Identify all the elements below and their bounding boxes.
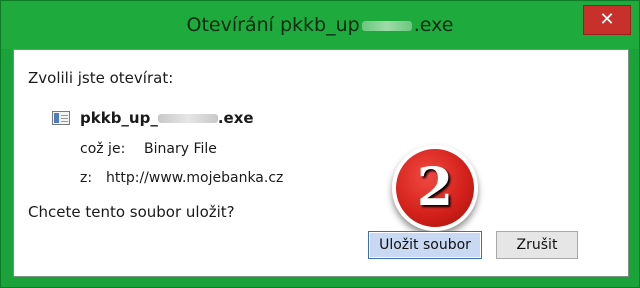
step-number-badge: 2 [392,145,478,231]
source-url: http://www.mojebanka.cz [106,170,284,186]
download-dialog-window: Otevírání pkkb_up .exe ✕ Zvolili jste ote… [0,0,640,288]
file-name-prefix: pkkb_up_ [80,109,158,127]
file-name-suffix: .exe [217,109,254,127]
window-title: Otevírání pkkb_up .exe [1,1,639,49]
cancel-button[interactable]: Zrušit [496,231,578,259]
close-button[interactable]: ✕ [583,5,631,35]
redacted-filename-part [361,20,412,31]
titlebar[interactable]: Otevírání pkkb_up .exe ✕ [1,1,639,49]
save-file-button[interactable]: Uložit soubor [368,231,482,259]
intro-text: Zvolili jste otevírat: [28,69,174,87]
file-icon [52,111,70,125]
title-prefix: Otevírání pkkb_up [186,14,360,36]
dialog-content: Zvolili jste otevírat: pkkb_up_ .exe což … [13,49,629,277]
title-suffix: .exe [413,14,454,36]
source-label: z: [80,170,93,186]
file-name: pkkb_up_ .exe [80,109,254,127]
file-type-value: Binary File [144,141,217,157]
file-type-label: což je: [80,141,126,157]
redacted-filename-part [157,114,218,123]
save-question: Chcete tento soubor uložit? [28,203,235,221]
close-icon: ✕ [599,9,615,30]
